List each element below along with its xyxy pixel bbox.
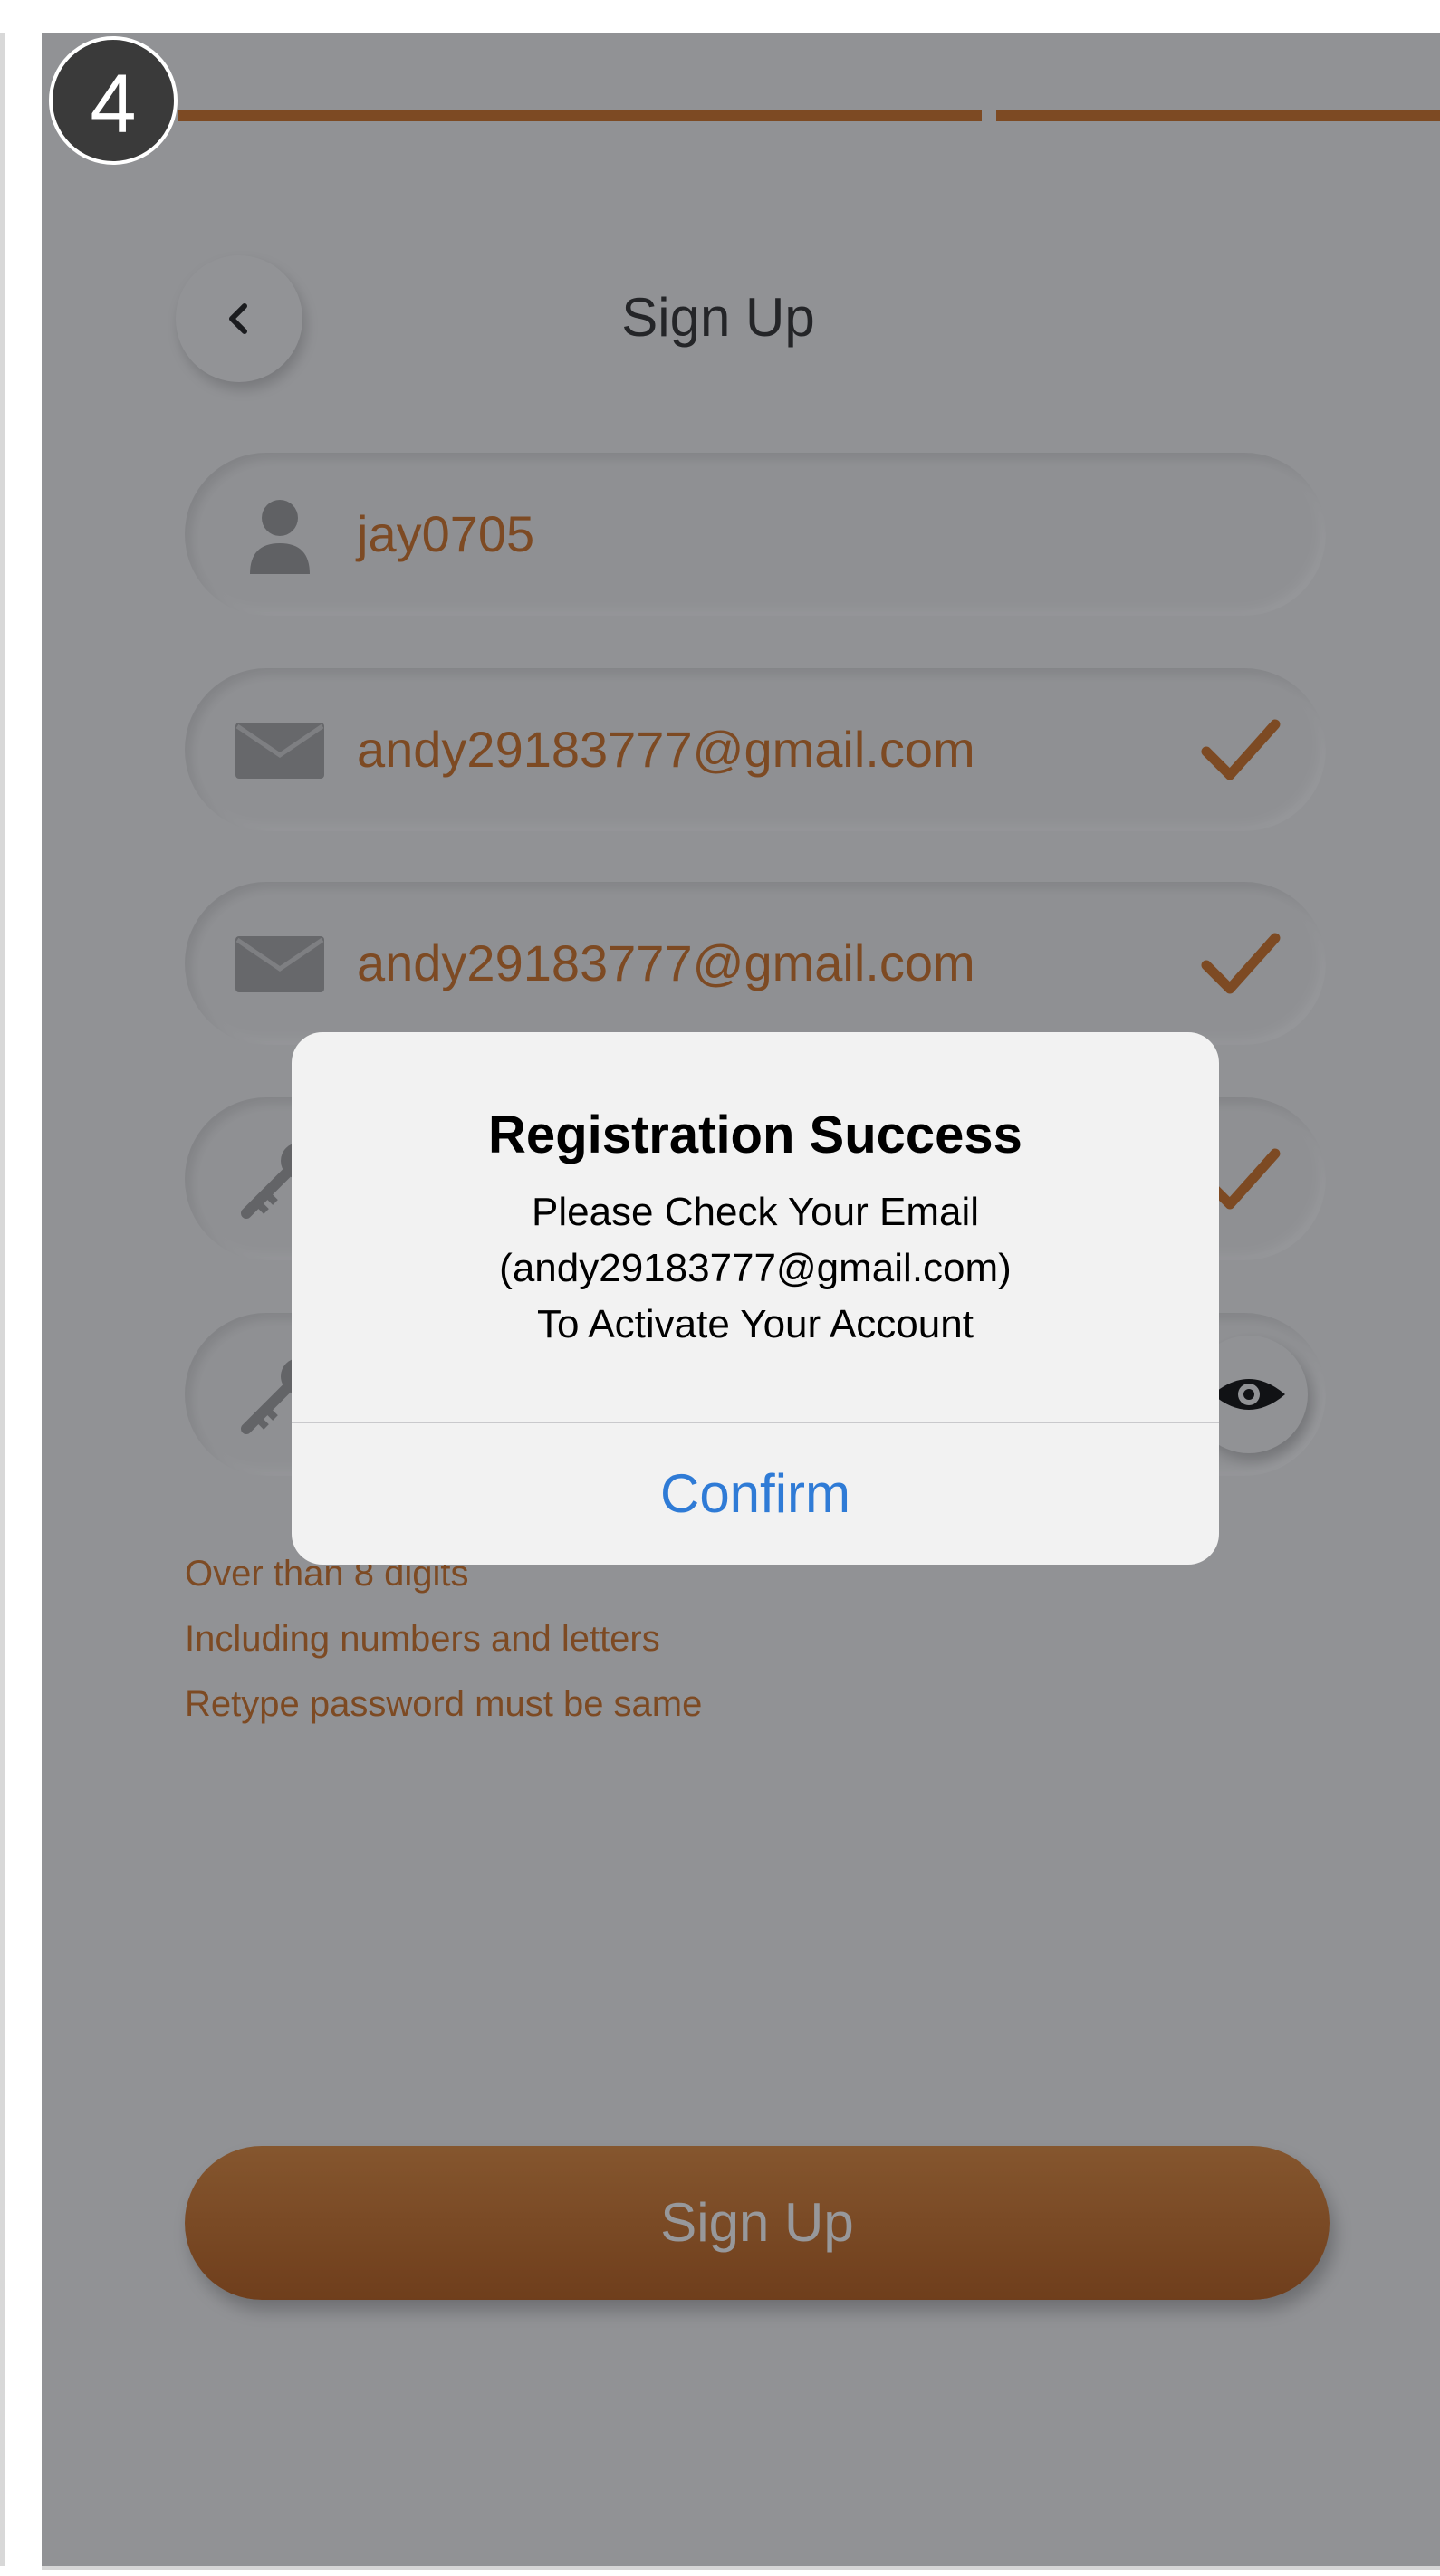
confirm-button[interactable]: Confirm (292, 1423, 1219, 1565)
dialog-message-line: To Activate Your Account (537, 1302, 974, 1346)
dialog-message-line: (andy29183777@gmail.com) (499, 1246, 1012, 1290)
dialog-message-line: Please Check Your Email (531, 1190, 980, 1234)
registration-success-dialog: Registration Success Please Check Your E… (292, 1032, 1219, 1565)
frame-bottom-border (42, 2566, 1440, 2570)
dialog-message: Please Check Your Email (andy29183777@gm… (292, 1184, 1219, 1353)
step-number-badge: 4 (49, 36, 178, 165)
frame-left-border (0, 33, 5, 2566)
phone-screen: Sign Up jay0705 andy29183777@gmail.com a… (42, 33, 1440, 2566)
dialog-title: Registration Success (488, 1106, 1022, 1164)
